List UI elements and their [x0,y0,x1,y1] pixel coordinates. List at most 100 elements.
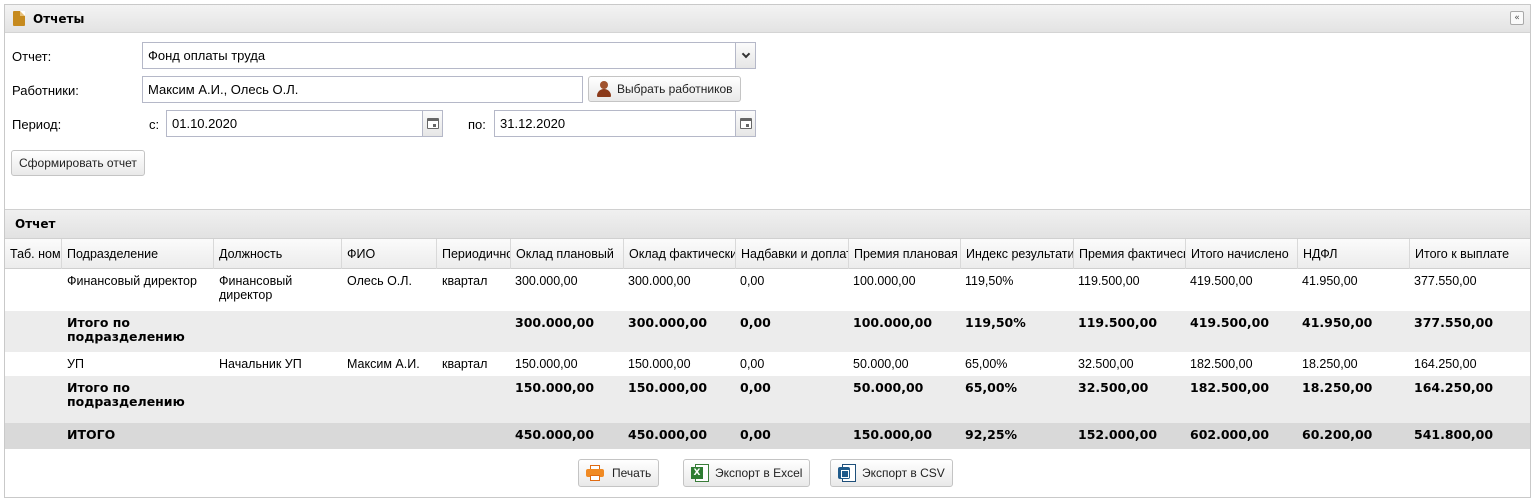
workers-label: Работники: [12,83,79,98]
report-select[interactable]: Фонд оплаты труда [142,42,756,69]
cell-salary-fact: 150.000,00 [628,381,708,395]
cell-salary-fact: 300.000,00 [628,274,691,288]
column-header[interactable]: Оклад плановый [511,239,624,269]
report-select-value: Фонд оплаты труда [148,48,266,63]
cell-bonus-add: 0,00 [740,316,771,330]
column-header[interactable]: Итого начислено [1186,239,1298,269]
cell-ndfl: 60.200,00 [1302,428,1373,442]
collapse-icon[interactable]: « [1510,11,1524,25]
cell-premium-fact: 32.500,00 [1078,381,1149,395]
cell-bonus-add: 0,00 [740,381,771,395]
cell-premium-plan: 100.000,00 [853,316,933,330]
column-header[interactable]: НДФЛ [1298,239,1410,269]
select-workers-button-label: Выбрать работников [617,82,733,96]
calendar-icon [739,118,752,129]
date-to-value: 31.12.2020 [500,116,566,131]
cell-index: 65,00% [965,381,1018,395]
user-icon [596,81,612,97]
cell-position: Финансовый директор [219,274,293,302]
cell-salary-plan: 150.000,00 [515,381,595,395]
generate-report-button-label: Сформировать отчет [19,156,137,170]
cell-salary-plan: 150.000,00 [515,357,578,371]
column-header[interactable]: Подразделение [62,239,214,269]
cell-department: ИТОГО [67,428,116,442]
panel-title: Отчеты [33,11,85,26]
cell-total-pay: 164.250,00 [1414,381,1494,395]
csv-icon [838,464,856,482]
cell-ndfl: 18.250,00 [1302,381,1373,395]
print-button-label: Печать [612,466,652,480]
chevron-down-icon [741,49,750,59]
export-excel-button[interactable]: X Экспорт в Excel [683,459,811,487]
column-header[interactable]: Итого к выплате [1410,239,1530,269]
table-row[interactable]: УП Начальник УП Максим А.И. квартал 150.… [5,352,1530,376]
cell-ndfl: 41.950,00 [1302,316,1373,330]
column-header[interactable]: ФИО [342,239,437,269]
column-header[interactable]: Периодичность [437,239,511,269]
cell-department: Финансовый директор [67,274,197,288]
print-button[interactable]: Печать [578,459,660,487]
cell-total-pay: 541.800,00 [1414,428,1494,442]
column-header[interactable]: Должность [214,239,342,269]
report-label: Отчет: [12,49,52,64]
cell-position: Начальник УП [219,357,302,371]
cell-bonus-add: 0,00 [740,357,765,371]
date-from-field[interactable]: 01.10.2020 [166,110,443,137]
export-csv-button-label: Экспорт в CSV [862,466,945,480]
date-from-value: 01.10.2020 [172,116,238,131]
workers-field[interactable]: Максим А.И., Олесь О.Л. [142,76,583,103]
cell-index: 65,00% [965,357,1008,371]
subtotal-row[interactable]: Итого по подразделению 150.000,00 150.00… [5,376,1530,423]
document-icon [13,11,25,26]
to-label: по: [468,117,486,132]
report-section-title: Отчет [15,217,56,231]
cell-salary-fact: 450.000,00 [628,428,708,442]
cell-total-accrued: 182.500,00 [1190,381,1270,395]
cell-department: УП [67,357,84,371]
cell-salary-fact: 300.000,00 [628,316,708,330]
cell-salary-plan: 450.000,00 [515,428,595,442]
cell-premium-plan: 150.000,00 [853,428,933,442]
export-excel-button-label: Экспорт в Excel [715,466,803,480]
workers-field-value: Максим А.И., Олесь О.Л. [148,82,299,97]
cell-total-pay: 164.250,00 [1414,357,1477,371]
cell-fio: Максим А.И. [347,357,420,371]
cell-premium-fact: 119.500,00 [1078,316,1158,330]
column-header[interactable]: Надбавки и доплаты [736,239,849,269]
cell-salary-plan: 300.000,00 [515,274,578,288]
column-header[interactable]: Премия фактическая [1074,239,1186,269]
dropdown-trigger[interactable] [735,43,755,68]
cell-ndfl: 41.950,00 [1302,274,1358,288]
cell-total-accrued: 419.500,00 [1190,274,1253,288]
excel-icon: X [691,464,709,482]
calendar-icon [426,118,439,129]
cell-index: 92,25% [965,428,1018,442]
subtotal-row[interactable]: Итого по подразделению 300.000,00 300.00… [5,311,1530,352]
cell-premium-plan: 100.000,00 [853,274,916,288]
column-header[interactable]: Таб. номер [5,239,62,269]
report-form: Отчет: Фонд оплаты труда Работники: Макс… [5,33,1530,209]
grand-total-row[interactable]: ИТОГО 450.000,00 450.000,00 0,00 150.000… [5,423,1530,449]
export-csv-button[interactable]: Экспорт в CSV [830,459,953,487]
cell-ndfl: 18.250,00 [1302,357,1358,371]
column-header[interactable]: Оклад фактический [624,239,736,269]
cell-premium-fact: 152.000,00 [1078,428,1158,442]
table-header: Таб. номер Подразделение Должность ФИО П… [5,239,1530,269]
column-header[interactable]: Индекс результативности [961,239,1074,269]
date-to-trigger[interactable] [735,111,755,136]
cell-department: Итого по подразделению [67,316,185,344]
generate-report-button[interactable]: Сформировать отчет [11,150,145,176]
select-workers-button[interactable]: Выбрать работников [588,76,741,102]
column-header[interactable]: Премия плановая [849,239,961,269]
date-to-field[interactable]: 31.12.2020 [494,110,756,137]
panel-header: Отчеты « [5,5,1530,33]
cell-bonus-add: 0,00 [740,274,765,288]
table-row[interactable]: Финансовый директор Финансовый директор … [5,269,1530,311]
cell-premium-fact: 32.500,00 [1078,357,1134,371]
cell-salary-fact: 150.000,00 [628,357,691,371]
cell-index: 119,50% [965,274,1014,288]
date-from-trigger[interactable] [422,111,442,136]
report-section-header: Отчет [5,209,1530,239]
cell-premium-plan: 50.000,00 [853,357,909,371]
cell-period: квартал [442,357,488,371]
